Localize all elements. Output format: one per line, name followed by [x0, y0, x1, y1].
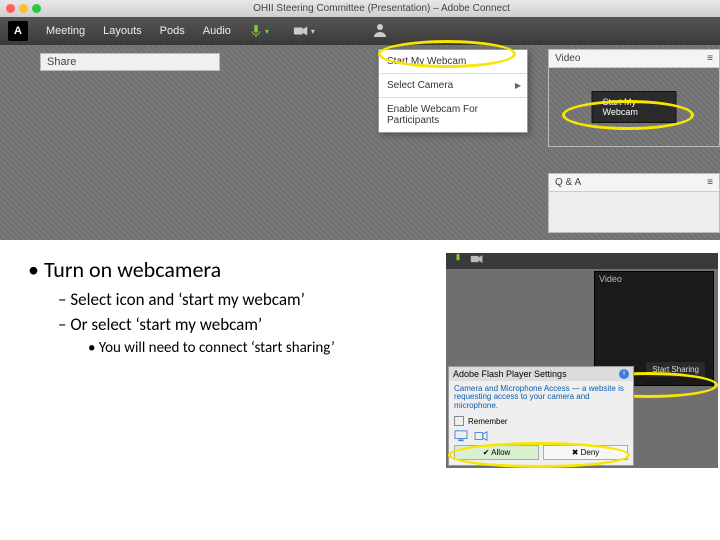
dropdown-enable-participants[interactable]: Enable Webcam For Participants — [379, 98, 527, 132]
webcam-dropdown: Start My Webcam Select Camera ▶ Enable We… — [378, 49, 528, 133]
chevron-right-icon: ▶ — [515, 81, 521, 90]
info-icon[interactable]: i — [619, 369, 629, 379]
adobe-connect-window: OHII Steering Committee (Presentation) –… — [0, 0, 720, 240]
video-pod-body: Start My Webcam — [549, 68, 719, 146]
pod-menu-icon[interactable]: ≡ — [707, 53, 713, 64]
device-icons — [449, 430, 633, 445]
dropdown-select-label: Select Camera — [387, 80, 453, 91]
person-icon[interactable] — [373, 23, 387, 40]
secondary-screenshot: Video Start Sharing Adobe Flash Player S… — [446, 253, 718, 468]
minimize-icon[interactable] — [19, 4, 28, 13]
flash-dialog-title: Adobe Flash Player Settings — [453, 369, 567, 379]
qa-pod: Q & A ≡ — [548, 173, 720, 233]
flash-remember-row: Remember — [449, 413, 633, 430]
qa-pod-header: Q & A ≡ — [549, 174, 719, 192]
pod-menu-icon[interactable]: ≡ — [707, 177, 713, 188]
remember-label: Remember — [468, 417, 508, 426]
bullet-level-3: • You will need to connect ‘start sharin… — [88, 339, 438, 357]
secondary-toolbar — [446, 253, 718, 269]
video-preview-title: Video — [595, 272, 713, 286]
dropdown-enable-label: Enable Webcam For Participants — [387, 104, 478, 126]
share-pod-header[interactable]: Share — [40, 53, 220, 71]
mac-titlebar: OHII Steering Committee (Presentation) –… — [0, 0, 720, 17]
dropdown-start-label: Start My Webcam — [387, 56, 466, 67]
menu-audio[interactable]: Audio — [203, 25, 231, 37]
start-sharing-button[interactable]: Start Sharing — [646, 362, 705, 377]
flash-dialog-header: Adobe Flash Player Settings i — [449, 367, 633, 381]
webcam-icon[interactable] — [470, 252, 484, 270]
display-icon — [454, 430, 468, 442]
bullet-level-2: – Select icon and ‘start my webcam’ — [58, 289, 438, 310]
allow-button[interactable]: ✔ Allow — [454, 445, 539, 460]
right-column: Video ≡ Start My Webcam Q & A ≡ — [548, 49, 720, 233]
remember-checkbox[interactable] — [454, 416, 464, 426]
dropdown-select-camera[interactable]: Select Camera ▶ — [379, 74, 527, 98]
deny-button[interactable]: ✖ Deny — [543, 445, 628, 460]
zoom-icon[interactable] — [32, 4, 41, 13]
adobe-logo-icon: A — [8, 21, 28, 41]
flash-dialog-message: Camera and Microphone Access — a website… — [449, 381, 633, 413]
dropdown-start-webcam[interactable]: Start My Webcam — [379, 50, 527, 74]
qa-pod-body — [549, 192, 719, 232]
bullet-level-2: – Or select ‘start my webcam’ — [58, 314, 438, 335]
window-title: OHII Steering Committee (Presentation) –… — [49, 3, 714, 14]
flash-buttons: ✔ Allow ✖ Deny — [449, 445, 633, 465]
video-pod-header: Video ≡ — [549, 50, 719, 68]
menu-bar: A Meeting Layouts Pods Audio ▾ ▾ — [0, 17, 720, 45]
video-pod: Video ≡ Start My Webcam — [548, 49, 720, 147]
close-icon[interactable] — [6, 4, 15, 13]
menu-layouts[interactable]: Layouts — [103, 25, 142, 37]
instruction-text: • Turn on webcamera – Select icon and ‘s… — [28, 256, 438, 357]
camera-icon — [474, 430, 488, 442]
qa-pod-title: Q & A — [555, 177, 581, 188]
video-pod-title: Video — [555, 53, 580, 64]
webcam-icon[interactable]: ▾ — [293, 24, 315, 38]
microphone-icon[interactable] — [452, 252, 464, 270]
start-webcam-button[interactable]: Start My Webcam — [592, 91, 677, 123]
bullet-level-1: • Turn on webcamera — [28, 256, 438, 283]
menu-meeting[interactable]: Meeting — [46, 25, 85, 37]
traffic-lights — [6, 4, 41, 13]
flash-settings-dialog: Adobe Flash Player Settings i Camera and… — [448, 366, 634, 466]
microphone-icon[interactable]: ▾ — [249, 24, 269, 38]
menu-pods[interactable]: Pods — [160, 25, 185, 37]
workspace: Share Start My Webcam Select Camera ▶ Ena… — [0, 45, 720, 240]
